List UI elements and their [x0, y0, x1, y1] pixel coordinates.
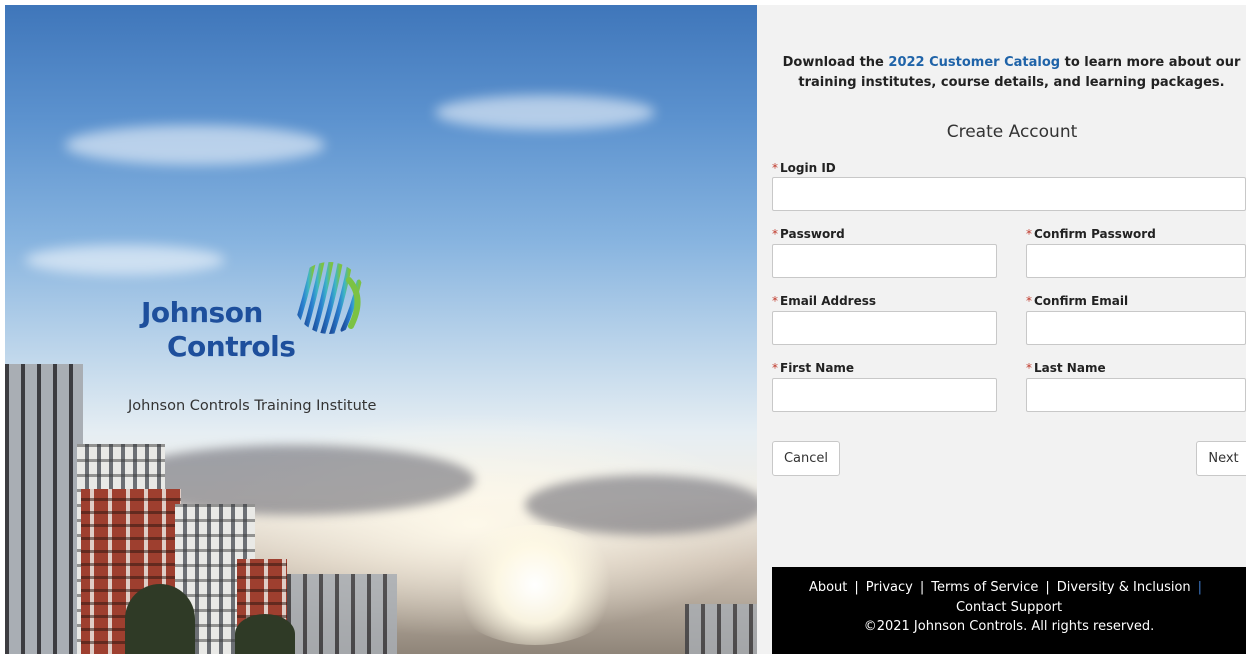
confirm-email-label: * Confirm Email [1026, 294, 1129, 308]
footer-separator: | [919, 580, 925, 595]
catalog-download-note: Download the 2022 Customer Catalog to le… [777, 53, 1246, 93]
login-id-label: * Login ID [772, 161, 836, 175]
first-name-input[interactable] [772, 378, 997, 412]
footer-separator: | [854, 580, 859, 595]
required-marker: * [772, 227, 778, 241]
cloud [435, 95, 655, 130]
email-input[interactable] [772, 311, 997, 345]
last-name-input[interactable] [1026, 378, 1246, 412]
building [685, 604, 757, 654]
footer-about-link[interactable]: About [809, 580, 847, 595]
first-name-label: * First Name [772, 361, 855, 375]
footer-contact-support-link[interactable]: Contact Support [956, 600, 1062, 615]
training-institute-caption: Johnson Controls Training Institute [128, 398, 377, 414]
logo-wordmark-line2: Controls [167, 330, 296, 363]
required-marker: * [772, 294, 778, 308]
password-input[interactable] [772, 244, 997, 278]
confirm-password-input[interactable] [1026, 244, 1246, 278]
logo-wordmark-line1: Johnson [141, 296, 263, 329]
next-button[interactable]: Next [1196, 441, 1246, 476]
cancel-button[interactable]: Cancel [772, 441, 840, 476]
customer-catalog-link[interactable]: 2022 Customer Catalog [888, 55, 1060, 70]
required-marker: * [772, 161, 778, 175]
required-marker: * [1026, 361, 1032, 375]
required-marker: * [772, 361, 778, 375]
last-name-label: * Last Name [1026, 361, 1106, 375]
footer-separator: | [1045, 580, 1050, 595]
copyright-text: ©2021 Johnson Controls. All rights reser… [863, 619, 1155, 634]
required-marker: * [1026, 227, 1032, 241]
login-id-input[interactable] [772, 177, 1246, 211]
create-account-panel: Download the 2022 Customer Catalog to le… [757, 5, 1246, 654]
johnson-controls-logo: Johnson Controls [135, 260, 375, 370]
catalog-note-prefix: Download the [782, 55, 889, 70]
footer-privacy-link[interactable]: Privacy [866, 580, 913, 595]
globe-logo-icon [293, 262, 362, 334]
hero-background-image: Johnson Controls Johnson Controls Traini… [5, 5, 757, 654]
confirm-email-input[interactable] [1026, 311, 1246, 345]
building [287, 574, 397, 654]
footer-terms-link[interactable]: Terms of Service [931, 580, 1038, 595]
form-title: Create Account [946, 122, 1078, 142]
email-label: * Email Address [772, 294, 877, 308]
confirm-password-label: * Confirm Password [1026, 227, 1156, 241]
footer-diversity-link[interactable]: Diversity & Inclusion [1057, 580, 1191, 595]
cloud [525, 475, 757, 535]
footer: About | Privacy | Terms of Service | Diversity… [772, 567, 1246, 654]
footer-separator: | [1197, 580, 1203, 595]
required-marker: * [1026, 294, 1032, 308]
password-label: * Password [772, 227, 845, 241]
building [5, 364, 83, 654]
footer-links: About | Privacy | Terms of Service | Diversity… [772, 578, 1246, 618]
sun-glow [445, 525, 625, 645]
tree [235, 614, 295, 654]
cloud [65, 125, 325, 165]
tree [125, 584, 195, 654]
